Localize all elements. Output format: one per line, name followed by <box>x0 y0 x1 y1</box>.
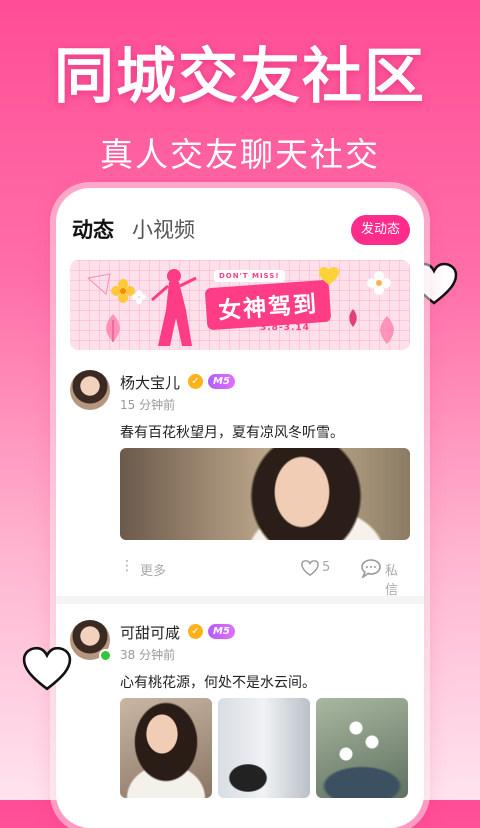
feed-post[interactable]: 杨大宝儿 ✓ M5 15 分钟前 春有百花秋望月，夏有凉风冬听雪。 ⋮ 更多 5… <box>70 370 410 598</box>
post-actions: ⋮ 更多 5 私信 <box>120 558 410 598</box>
avatar[interactable] <box>70 370 110 410</box>
post-photo[interactable] <box>316 698 408 798</box>
level-badge: M5 <box>208 624 235 639</box>
post-time: 38 分钟前 <box>120 648 176 662</box>
flower-icon <box>367 271 391 295</box>
banner-tag: DON'T MISS! <box>214 270 285 282</box>
like-heart-icon[interactable] <box>300 559 320 577</box>
verified-check-icon: ✓ <box>188 624 203 639</box>
hero-subtitle: 真人交友聊天社交 <box>100 135 380 174</box>
feed-post[interactable]: 可甜可咸 ✓ M5 38 分钟前 心有桃花源，何处不是水云间。 <box>70 620 410 820</box>
level-badge: M5 <box>208 374 235 389</box>
post-text: 春有百花秋望月，夏有凉风冬听雪。 <box>120 425 344 441</box>
more-dots-icon[interactable]: ⋮ <box>120 558 134 574</box>
hero-title: 同城交友社区 <box>54 42 426 112</box>
post-photo[interactable] <box>218 698 310 798</box>
chat-bubble-icon[interactable] <box>360 558 382 578</box>
username[interactable]: 可甜可咸 <box>120 622 180 643</box>
more-label[interactable]: 更多 <box>140 560 166 579</box>
flower-icon <box>106 314 120 342</box>
post-photo[interactable] <box>120 448 410 540</box>
app-screen: 动态 小视频 发动态 DON'T MISS! 女神驾到 3.8-3.14 杨大宝… <box>56 188 424 828</box>
promo-banner[interactable]: DON'T MISS! 女神驾到 3.8-3.14 <box>70 260 410 350</box>
verified-check-icon: ✓ <box>188 374 203 389</box>
heart-icon <box>319 267 339 285</box>
username[interactable]: 杨大宝儿 <box>120 372 180 393</box>
banner-date: 3.8-3.14 <box>260 323 310 333</box>
like-count: 5 <box>322 560 331 575</box>
flower-icon <box>380 316 394 344</box>
post-text: 心有桃花源，何处不是水云间。 <box>120 675 316 691</box>
heart-outline-icon <box>22 646 72 691</box>
post-photo[interactable] <box>120 698 212 798</box>
tab-short-video[interactable]: 小视频 <box>132 214 195 244</box>
post-divider <box>56 596 424 604</box>
online-status-dot <box>99 649 112 662</box>
flower-icon <box>349 309 357 327</box>
tab-moments[interactable]: 动态 <box>72 214 114 244</box>
goddess-figure-icon <box>151 269 197 346</box>
message-label[interactable]: 私信 <box>385 560 410 598</box>
post-moment-button[interactable]: 发动态 <box>350 215 410 245</box>
feed-tabs: 动态 小视频 <box>72 214 195 244</box>
post-time: 15 分钟前 <box>120 398 176 412</box>
